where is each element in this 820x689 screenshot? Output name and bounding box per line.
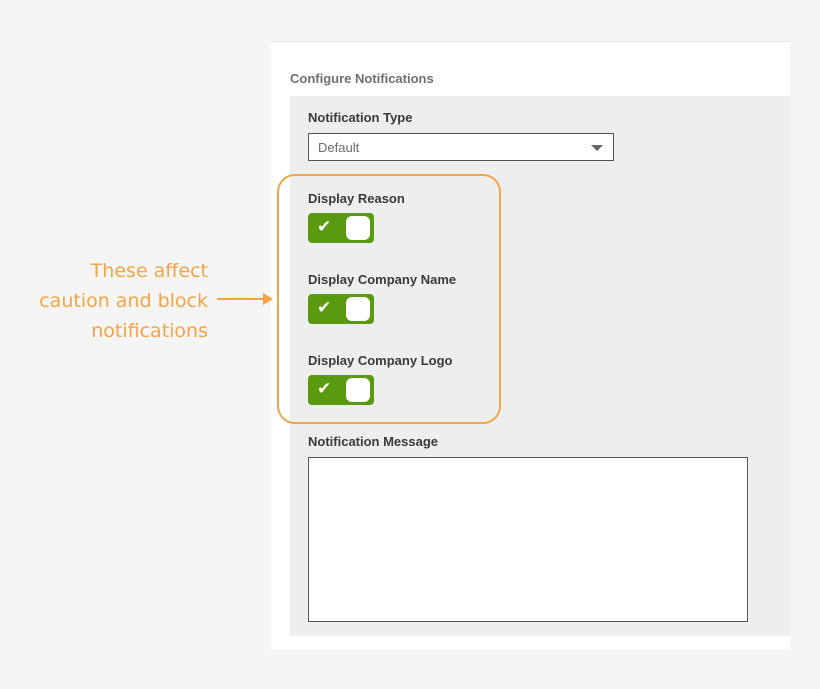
annotation-line: notifications	[91, 320, 208, 342]
section-title: Configure Notifications	[290, 71, 434, 86]
annotation-callout: These affect caution and block notificat…	[8, 256, 208, 346]
chevron-down-icon	[591, 145, 603, 151]
annotation-line: caution and block	[39, 290, 208, 312]
notification-type-select[interactable]: Default	[308, 133, 614, 161]
arrow-head	[263, 293, 273, 305]
notification-message-textarea[interactable]	[308, 457, 748, 622]
notification-message-label: Notification Message	[308, 434, 439, 449]
annotation-line: These affect	[90, 260, 208, 282]
notification-type-label: Notification Type	[308, 110, 413, 125]
arrow-right-icon	[217, 298, 267, 300]
notification-type-value: Default	[318, 140, 360, 155]
toggles-highlight-box	[277, 174, 501, 424]
